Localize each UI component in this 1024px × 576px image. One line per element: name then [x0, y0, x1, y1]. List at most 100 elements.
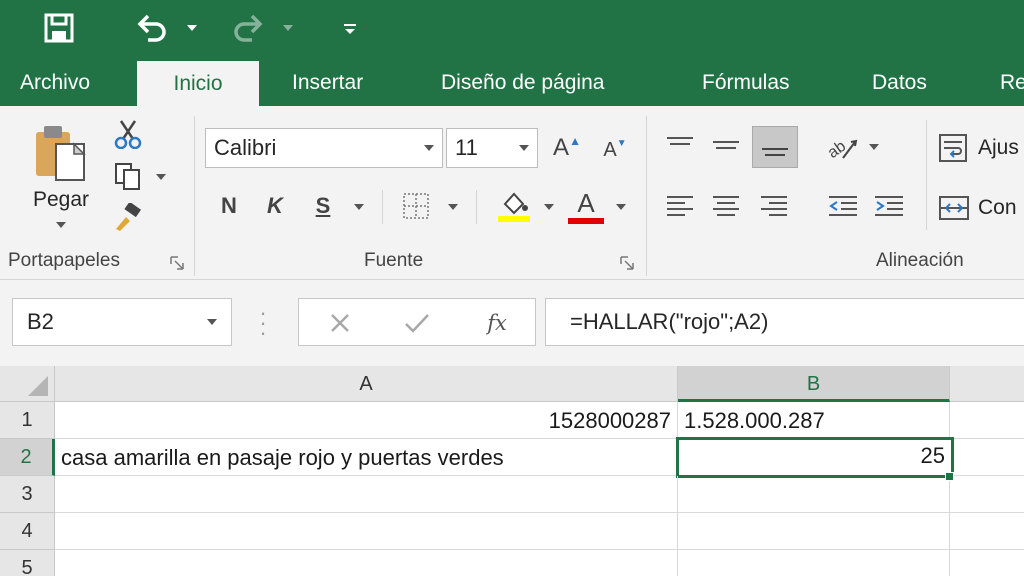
cell-a2[interactable]: casa amarilla en pasaje rojo y puertas v… — [55, 439, 678, 476]
formula-bar-resize-handle[interactable]: · · · — [258, 302, 268, 344]
merge-center-icon — [939, 196, 969, 220]
tab-inicio[interactable]: Inicio — [137, 61, 259, 106]
clipboard-group-label: Portapapeles — [8, 250, 120, 271]
column-header-b[interactable]: B — [678, 366, 950, 402]
font-color-dropdown-icon[interactable] — [612, 200, 630, 214]
font-dialog-launcher-icon[interactable] — [620, 256, 634, 270]
font-size-combobox[interactable]: 11 — [446, 128, 538, 168]
borders-icon[interactable] — [396, 188, 436, 224]
name-box-value: B2 — [27, 309, 54, 334]
orientation-icon[interactable]: ab — [822, 128, 862, 166]
redo-dropdown-icon — [278, 10, 298, 46]
tab-formulas[interactable]: Fórmulas — [702, 56, 790, 106]
align-right-icon[interactable] — [754, 186, 794, 226]
align-middle-icon[interactable] — [706, 126, 746, 166]
undo-dropdown-icon[interactable] — [182, 10, 202, 46]
cancel-icon[interactable] — [321, 305, 359, 341]
merge-center-button[interactable]: Con — [938, 188, 1024, 228]
cell-a4[interactable] — [55, 513, 678, 550]
font-color-icon[interactable]: A — [566, 184, 606, 228]
cell-c3[interactable] — [950, 476, 1024, 513]
column-header-c[interactable] — [950, 366, 1024, 402]
fill-color-dropdown-icon[interactable] — [540, 200, 558, 214]
fill-color-icon[interactable] — [494, 184, 534, 228]
font-name-combobox[interactable]: Calibri — [205, 128, 443, 168]
borders-dropdown-icon[interactable] — [444, 200, 462, 214]
alignment-group-label: Alineación — [876, 250, 964, 271]
insert-function-icon[interactable]: fx — [477, 305, 517, 341]
decrease-indent-icon[interactable] — [822, 186, 864, 226]
cell-a3[interactable] — [55, 476, 678, 513]
paste-dropdown-icon[interactable] — [56, 222, 66, 228]
bold-button[interactable]: N — [212, 186, 246, 226]
wrap-text-icon — [939, 134, 967, 162]
underline-dropdown-icon[interactable] — [350, 200, 368, 214]
svg-text:ab: ab — [825, 138, 849, 162]
separator — [476, 190, 477, 224]
copy-dropdown-icon[interactable] — [152, 170, 170, 184]
cell-a1[interactable]: 1528000287 — [55, 402, 678, 439]
cell-c1[interactable] — [950, 402, 1024, 439]
row-header-2[interactable]: 2 — [0, 439, 55, 476]
paste-button[interactable]: Pegar — [18, 120, 104, 230]
copy-icon[interactable] — [108, 158, 148, 194]
enter-icon[interactable] — [397, 305, 437, 341]
format-painter-icon[interactable] — [108, 200, 148, 236]
separator — [926, 120, 927, 230]
cell-c5[interactable] — [950, 550, 1024, 576]
save-icon[interactable] — [38, 10, 80, 46]
font-name-value: Calibri — [214, 135, 277, 160]
tab-diseno-de-pagina[interactable]: Diseño de página — [441, 56, 604, 106]
tab-datos[interactable]: Datos — [872, 56, 927, 106]
cell-a5[interactable] — [55, 550, 678, 576]
align-center-icon[interactable] — [706, 186, 746, 226]
cell-b1[interactable]: 1.528.000.287 — [678, 402, 950, 439]
row-header-3[interactable]: 3 — [0, 476, 55, 513]
ribbon: Pegar Portapapeles Calibri 11 A ▲ A ▼ N K … — [0, 106, 1024, 280]
cell-c2[interactable] — [950, 439, 1024, 476]
underline-button[interactable]: S — [306, 186, 340, 226]
orientation-dropdown-icon[interactable] — [866, 140, 882, 154]
undo-icon[interactable] — [132, 10, 172, 46]
align-top-icon[interactable] — [660, 126, 700, 166]
font-group-label: Fuente — [364, 250, 424, 271]
column-header-a[interactable]: A — [55, 366, 678, 402]
row-header-4[interactable]: 4 — [0, 513, 55, 550]
decrease-font-size-icon[interactable]: A ▼ — [598, 132, 632, 168]
font-size-dropdown-icon[interactable] — [519, 145, 529, 151]
select-all-button[interactable] — [0, 366, 55, 402]
tab-revisar[interactable]: Re — [1000, 56, 1024, 106]
italic-button[interactable]: K — [258, 186, 292, 226]
paste-icon — [36, 126, 86, 181]
formula-input[interactable]: =HALLAR("rojo";A2) — [545, 298, 1024, 346]
cell-b5[interactable] — [678, 550, 950, 576]
merge-center-label: Con — [978, 196, 1017, 219]
ribbon-tabs: Archivo Inicio Insertar Diseño de página… — [0, 56, 1024, 106]
separator — [194, 116, 195, 276]
name-box-dropdown-icon[interactable] — [207, 319, 217, 325]
increase-font-size-icon[interactable]: A ▲ — [550, 130, 584, 166]
tab-archivo[interactable]: Archivo — [20, 56, 90, 106]
separator — [646, 116, 647, 276]
separator — [382, 190, 383, 224]
name-box[interactable]: B2 — [12, 298, 232, 346]
formula-bar-area: B2 · · · fx =HALLAR("rojo";A2) — [0, 280, 1024, 366]
font-name-dropdown-icon[interactable] — [424, 145, 434, 151]
row-header-1[interactable]: 1 — [0, 402, 55, 439]
cell-b2[interactable]: 25 — [676, 437, 954, 478]
align-bottom-icon[interactable] — [752, 126, 798, 168]
row-header-5[interactable]: 5 — [0, 550, 55, 576]
clipboard-dialog-launcher-icon[interactable] — [170, 256, 184, 270]
wrap-text-button[interactable]: Ajus — [938, 128, 1024, 168]
fill-handle[interactable] — [945, 472, 954, 481]
cell-c4[interactable] — [950, 513, 1024, 550]
cut-icon[interactable] — [110, 116, 146, 152]
cell-b4[interactable] — [678, 513, 950, 550]
fill-color-swatch — [498, 216, 530, 222]
increase-indent-icon[interactable] — [868, 186, 910, 226]
align-left-icon[interactable] — [660, 186, 700, 226]
font-size-value: 11 — [455, 135, 478, 160]
customize-qat-icon[interactable] — [338, 10, 362, 46]
tab-insertar[interactable]: Insertar — [292, 56, 363, 106]
cell-b3[interactable] — [678, 476, 950, 513]
